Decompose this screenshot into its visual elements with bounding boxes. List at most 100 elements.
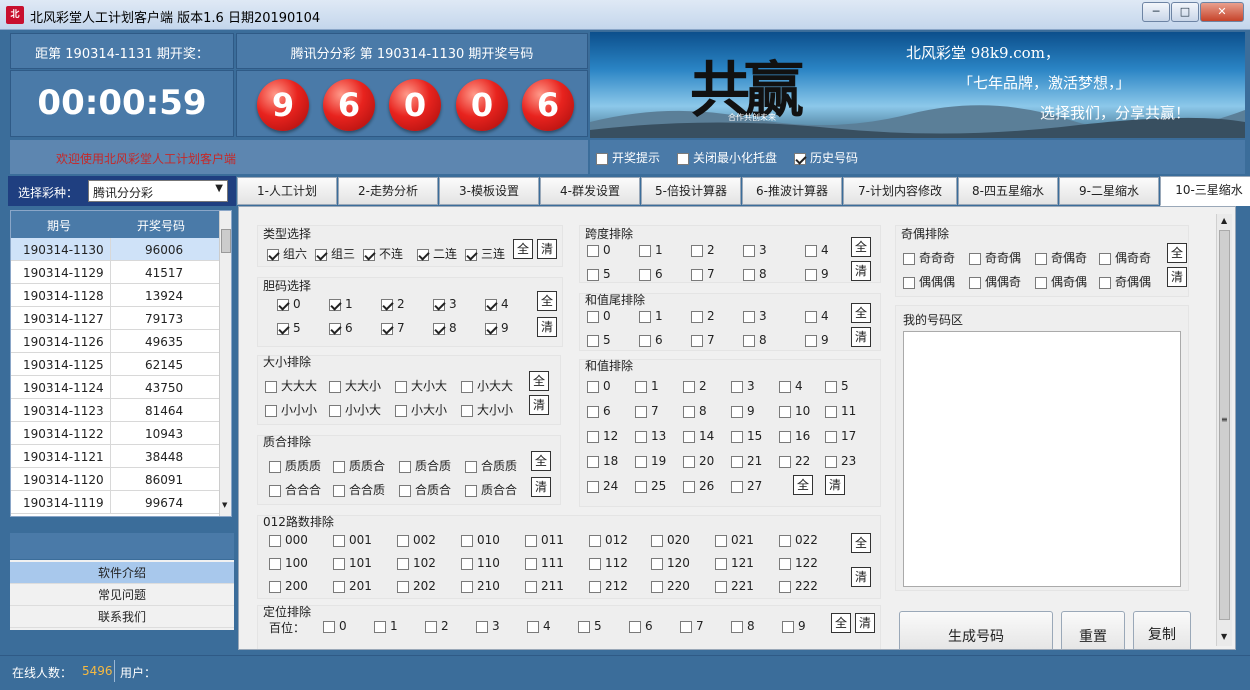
pos-option[interactable]: 7	[680, 619, 704, 633]
dan-option[interactable]: 9	[485, 321, 509, 335]
sum-option[interactable]: 11	[825, 404, 856, 418]
checkbox[interactable]	[587, 244, 599, 257]
r012-clear-button[interactable]: 清	[851, 567, 871, 587]
checkbox[interactable]	[381, 298, 393, 311]
checkbox[interactable]	[639, 268, 651, 281]
span-option[interactable]: 4	[805, 243, 829, 257]
pos-option[interactable]: 8	[731, 619, 755, 633]
dan-option[interactable]: 7	[381, 321, 405, 335]
scroll-down-icon[interactable]: ▼	[222, 501, 227, 509]
checkbox[interactable]	[743, 268, 755, 281]
content-scrollbar[interactable]: ▲ ≡ ▼	[1216, 214, 1232, 646]
sum-option[interactable]: 21	[731, 454, 762, 468]
oe-all-button[interactable]: 全	[1167, 243, 1187, 263]
checkbox[interactable]	[587, 380, 599, 393]
sumtail-clear-button[interactable]: 清	[851, 327, 871, 347]
checkbox[interactable]	[329, 298, 341, 311]
checkbox[interactable]	[683, 380, 695, 393]
checkbox[interactable]	[779, 430, 791, 443]
checkbox[interactable]	[589, 580, 601, 593]
span-option[interactable]: 8	[743, 267, 767, 281]
checkbox[interactable]	[461, 580, 473, 593]
checkbox[interactable]	[779, 557, 791, 570]
sum-option[interactable]: 16	[779, 429, 810, 443]
sum-option[interactable]: 22	[779, 454, 810, 468]
tab-6[interactable]: 6-推波计算器	[742, 177, 842, 205]
pos-option[interactable]: 9	[782, 619, 806, 633]
checkbox[interactable]	[578, 620, 590, 633]
zh-clear-button[interactable]: 清	[531, 477, 551, 497]
sum-option[interactable]: 24	[587, 479, 618, 493]
sum-option[interactable]: 17	[825, 429, 856, 443]
span-option[interactable]: 5	[587, 267, 611, 281]
checkbox[interactable]	[731, 480, 743, 493]
checkbox[interactable]	[461, 557, 473, 570]
checkbox[interactable]	[825, 455, 837, 468]
r012-option[interactable]: 120	[651, 556, 690, 570]
span-clear-button[interactable]: 清	[851, 261, 871, 281]
checkbox[interactable]	[743, 310, 755, 323]
type-option[interactable]: 二连	[417, 245, 457, 262]
close-button[interactable]: ✕	[1200, 2, 1244, 22]
table-row[interactable]: 190314-1126 49635	[11, 330, 219, 353]
checkbox[interactable]	[825, 405, 837, 418]
sum-option[interactable]: 26	[683, 479, 714, 493]
checkbox[interactable]	[1035, 276, 1047, 289]
r012-option[interactable]: 202	[397, 579, 436, 593]
table-scrollbar[interactable]: ▼	[219, 211, 231, 516]
tab-5[interactable]: 5-倍投计算器	[641, 177, 741, 205]
checkbox[interactable]	[639, 334, 651, 347]
checkbox[interactable]	[731, 620, 743, 633]
r012-option[interactable]: 112	[589, 556, 628, 570]
oe-option[interactable]: 奇奇偶	[969, 249, 1021, 266]
dan-option[interactable]: 5	[277, 321, 301, 335]
checkbox[interactable]	[805, 244, 817, 257]
type-option[interactable]: 三连	[465, 245, 505, 262]
r012-all-button[interactable]: 全	[851, 533, 871, 553]
sumtail-option[interactable]: 3	[743, 309, 767, 323]
option-history[interactable]: 历史号码	[794, 149, 858, 166]
r012-option[interactable]: 100	[269, 556, 308, 570]
span-option[interactable]: 6	[639, 267, 663, 281]
zh-option[interactable]: 合质合	[399, 481, 451, 498]
pos-clear-button[interactable]: 清	[855, 613, 875, 633]
checkbox[interactable]	[680, 620, 692, 633]
checkbox[interactable]	[587, 480, 599, 493]
sum-option[interactable]: 8	[683, 404, 707, 418]
tab-1[interactable]: 1-人工计划	[237, 177, 337, 205]
checkbox[interactable]	[683, 455, 695, 468]
r012-option[interactable]: 220	[651, 579, 690, 593]
checkbox[interactable]	[433, 298, 445, 311]
sumtail-option[interactable]: 7	[691, 333, 715, 347]
r012-option[interactable]: 001	[333, 533, 372, 547]
checkbox[interactable]	[329, 404, 341, 417]
tab-7[interactable]: 7-计划内容修改	[843, 177, 957, 205]
oe-option[interactable]: 奇偶偶	[1099, 273, 1151, 290]
r012-option[interactable]: 021	[715, 533, 754, 547]
size-option[interactable]: 小小大	[329, 401, 381, 418]
sum-option[interactable]: 10	[779, 404, 810, 418]
sum-clear-button[interactable]: 清	[825, 475, 845, 495]
checkbox[interactable]	[903, 252, 915, 265]
checkbox[interactable]	[589, 534, 601, 547]
checkbox[interactable]	[525, 534, 537, 547]
zh-option[interactable]: 质质质	[269, 457, 321, 474]
size-all-button[interactable]: 全	[529, 371, 549, 391]
sumtail-option[interactable]: 9	[805, 333, 829, 347]
size-option[interactable]: 小小小	[265, 401, 317, 418]
checkbox[interactable]	[333, 580, 345, 593]
checkbox[interactable]	[399, 484, 411, 497]
table-row[interactable]: 190314-1122 10943	[11, 422, 219, 445]
r012-option[interactable]: 122	[779, 556, 818, 570]
size-option[interactable]: 大小小	[461, 401, 513, 418]
checkbox[interactable]	[417, 248, 429, 261]
sum-option[interactable]: 23	[825, 454, 856, 468]
zh-all-button[interactable]: 全	[531, 451, 551, 471]
tab-4[interactable]: 4-群发设置	[540, 177, 640, 205]
checkbox[interactable]	[779, 580, 791, 593]
pos-option[interactable]: 6	[629, 619, 653, 633]
r012-option[interactable]: 212	[589, 579, 628, 593]
r012-option[interactable]: 222	[779, 579, 818, 593]
size-clear-button[interactable]: 清	[529, 395, 549, 415]
my-numbers-textarea[interactable]	[903, 331, 1181, 587]
